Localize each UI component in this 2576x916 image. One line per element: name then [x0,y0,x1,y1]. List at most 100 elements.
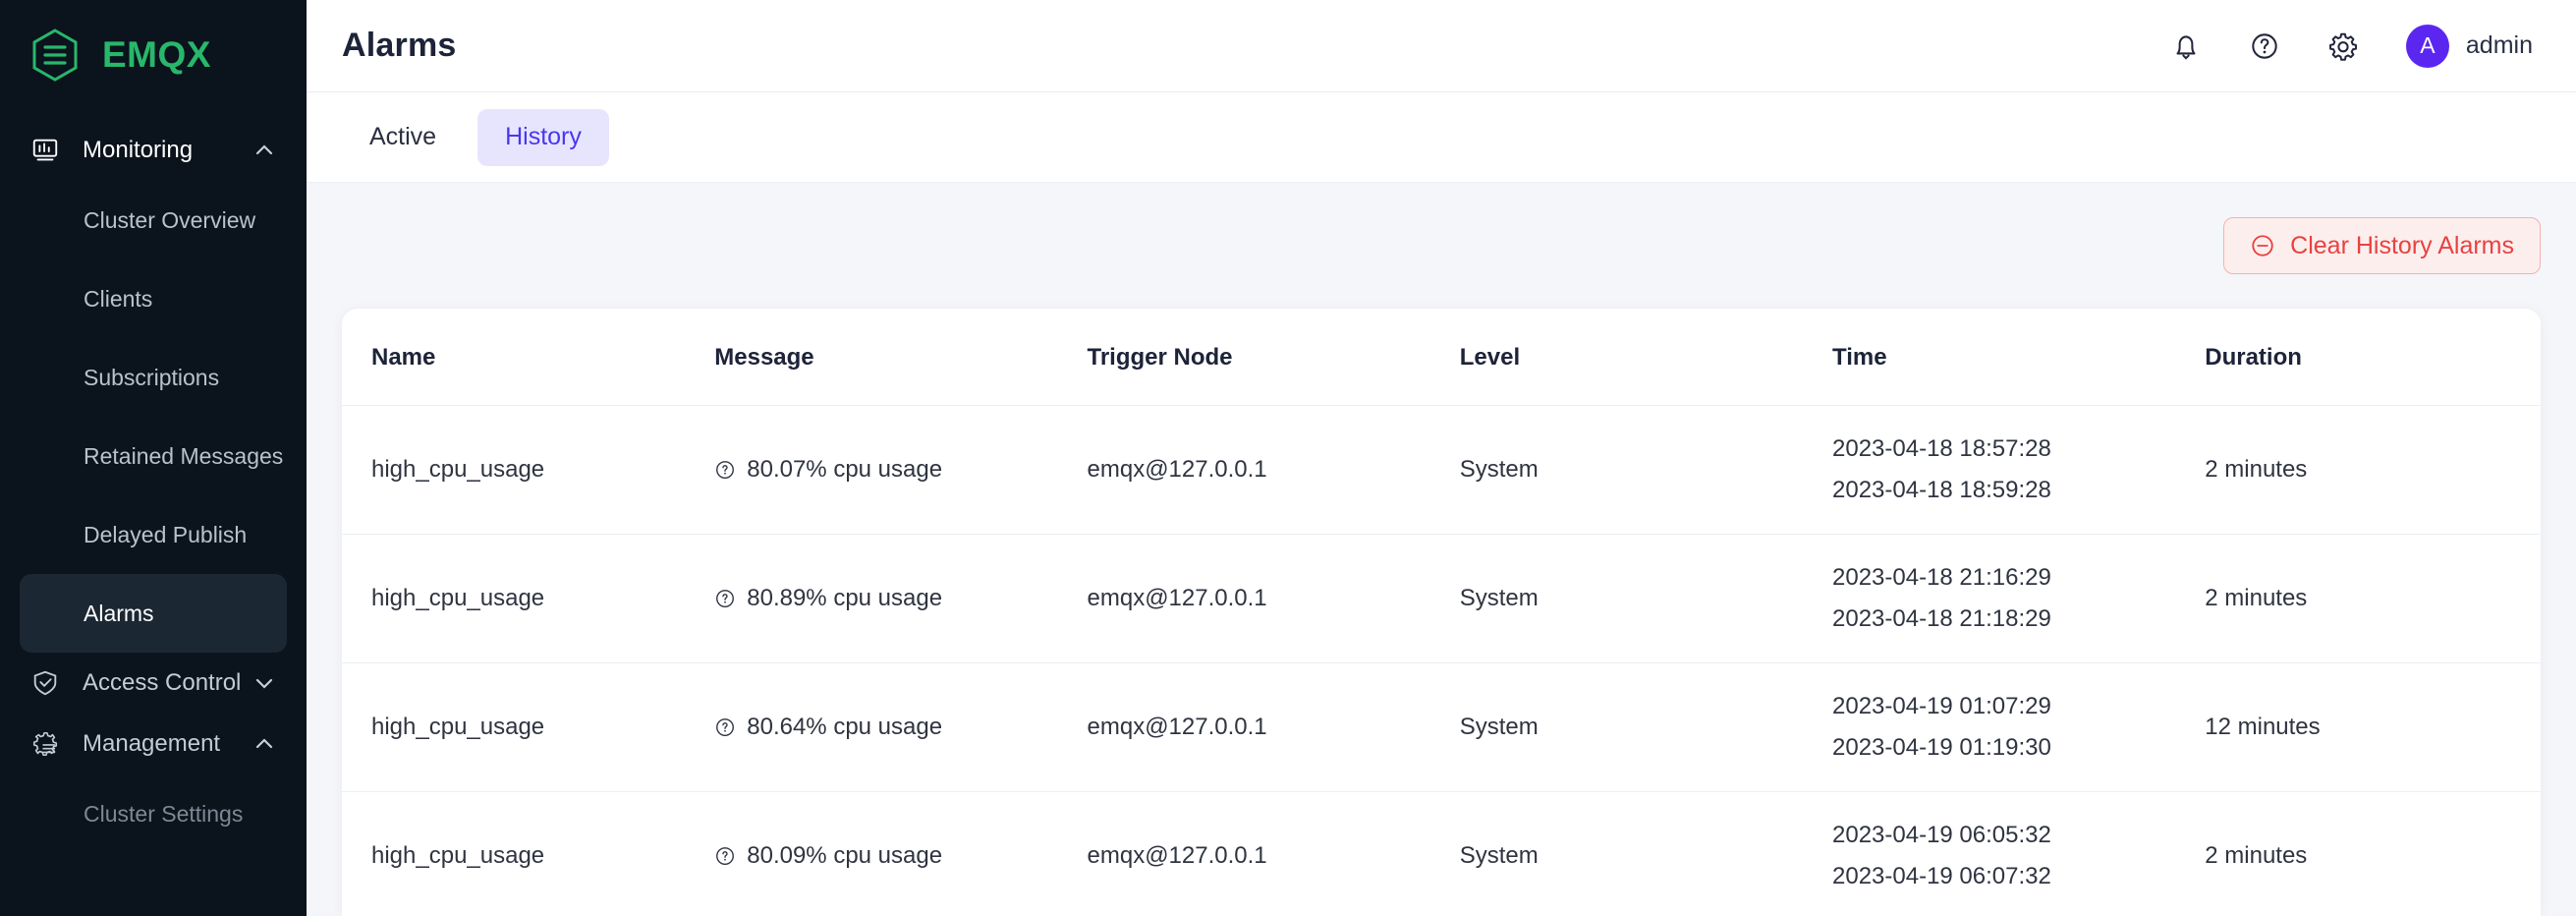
sidebar-group-label: Monitoring [83,137,194,163]
bell-icon[interactable] [2166,27,2206,66]
chevron-up-icon[interactable] [252,138,277,163]
cell-duration: 2 minutes [2205,534,2541,663]
cell-message-text: 80.09% cpu usage [747,842,943,869]
cell-time: 2023-04-19 01:07:29 2023-04-19 01:19:30 [1832,662,2206,792]
page-title: Alarms [342,27,457,64]
cell-time-start: 2023-04-18 18:57:28 [1832,435,2051,462]
sidebar-group-monitoring[interactable]: Monitoring [0,120,307,181]
column-header-time[interactable]: Time [1832,309,2206,406]
column-header-name[interactable]: Name [342,309,715,406]
table-row[interactable]: high_cpu_usage [342,534,2541,663]
cell-trigger-node: emqx@127.0.0.1 [1087,662,1460,792]
cell-time-end: 2023-04-19 06:07:32 [1832,863,2051,889]
sidebar-submenu-monitoring: Cluster Overview Clients Subscriptions R… [0,181,307,653]
tab-label: History [505,123,582,150]
sidebar-item-label: Cluster Settings [84,800,244,827]
help-circle-icon [714,716,736,738]
cell-name: high_cpu_usage [342,662,715,792]
sidebar-item-label: Clients [84,285,153,312]
cell-duration: 2 minutes [2205,405,2541,535]
app-window: EMQX Monitoring Cluster Overview Clients… [0,0,2576,916]
sidebar-group-management[interactable]: Management [0,714,307,774]
column-header-level[interactable]: Level [1459,309,1832,406]
sidebar-item-delayed-publish[interactable]: Delayed Publish [20,495,287,574]
cell-message-text: 80.64% cpu usage [747,714,943,740]
chevron-down-icon[interactable] [252,670,277,696]
cell-time-start: 2023-04-18 21:16:29 [1832,564,2051,591]
sidebar-item-label: Retained Messages [84,442,284,469]
clear-history-alarms-button[interactable]: Clear History Alarms [2223,217,2541,274]
cell-message-text: 80.07% cpu usage [747,456,943,483]
column-header-message[interactable]: Message [714,309,1088,406]
cell-duration: 12 minutes [2205,662,2541,792]
sidebar-item-clients[interactable]: Clients [20,259,287,338]
sidebar-item-alarms[interactable]: Alarms [20,574,287,653]
user-menu[interactable]: A admin [2405,24,2533,68]
cell-time-start: 2023-04-19 01:07:29 [1832,693,2051,719]
cell-duration: 2 minutes [2205,842,2308,869]
tab-label: Active [369,123,437,150]
table-row[interactable]: high_cpu_usage [342,662,2541,792]
cell-time: 2023-04-18 21:16:29 2023-04-18 21:18:29 [1832,534,2206,663]
sidebar-nav: Monitoring Cluster Overview Clients Subs… [0,120,307,853]
monitor-chart-icon [29,135,61,166]
tab-history[interactable]: History [477,108,609,166]
clear-history-alarms-label: Clear History Alarms [2290,231,2514,259]
sidebar-item-label: Cluster Overview [84,206,256,233]
cell-level: System [1459,405,1832,535]
sidebar-item-label: Delayed Publish [84,521,248,547]
sidebar-group-label: Management [83,730,221,757]
content-area: Clear History Alarms Name Message Trigge… [307,183,2576,916]
sidebar-submenu-management: Cluster Settings [0,774,307,853]
cell-message: 80.64% cpu usage [714,662,1088,792]
cell-time-end: 2023-04-18 21:18:29 [1832,605,2051,632]
chevron-up-icon[interactable] [252,731,277,757]
sidebar-group-label: Access Control [83,669,242,696]
cell-trigger-node: emqx@127.0.0.1 [1087,842,1267,869]
brand-name: EMQX [102,34,211,75]
sidebar-item-label: Alarms [84,600,154,626]
sidebar-item-retained-messages[interactable]: Retained Messages [20,417,287,495]
sidebar-item-cluster-overview[interactable]: Cluster Overview [20,181,287,259]
alarms-table: Name Message Trigger Node Level Time Dur… [342,309,2541,916]
sidebar-item-subscriptions[interactable]: Subscriptions [20,338,287,417]
cell-trigger-node: emqx@127.0.0.1 [1087,405,1460,535]
help-circle-icon [714,845,736,867]
top-header: Alarms A admin [307,0,2576,92]
table-toolbar: Clear History Alarms [342,183,2541,309]
sidebar-item-cluster-settings[interactable]: Cluster Settings [20,774,287,853]
cell-name: high_cpu_usage [342,534,715,663]
cell-level: System [1459,662,1832,792]
cell-time-end: 2023-04-18 18:59:28 [1832,477,2051,503]
help-circle-icon [714,459,736,481]
brand[interactable]: EMQX [0,6,307,83]
tab-bar: Active History [307,92,2576,183]
tab-active[interactable]: Active [342,109,464,166]
gear-list-icon [29,728,61,760]
cell-message: 80.07% cpu usage [714,405,1088,535]
cell-time: 2023-04-18 18:57:28 2023-04-18 18:59:28 [1832,405,2206,535]
alarms-table-card: Name Message Trigger Node Level Time Dur… [342,309,2541,916]
table-header-row: Name Message Trigger Node Level Time Dur… [342,309,2541,406]
main-area: Alarms A admin Active History Clear Hist… [307,0,2576,916]
table-head: Name Message Trigger Node Level Time Dur… [342,309,2541,406]
cell-trigger-node: emqx@127.0.0.1 [1087,534,1460,663]
column-header-trigger-node[interactable]: Trigger Node [1087,309,1460,406]
sidebar-group-access-control[interactable]: Access Control [0,653,307,714]
user-name: admin [2465,31,2533,59]
emqx-hexagon-logo [29,28,81,83]
table-row[interactable]: high_cpu_usage [342,405,2541,535]
shield-check-icon [29,667,61,699]
sidebar-item-label: Subscriptions [84,364,220,390]
help-circle-icon[interactable] [2245,27,2284,66]
table-body: high_cpu_usage 80.07% cpu usage emqx@127… [342,405,2541,916]
gear-icon[interactable] [2324,27,2363,66]
cell-message-text: 80.89% cpu usage [747,585,943,611]
cell-message: 80.89% cpu usage [714,534,1088,663]
cell-level: System [1459,842,1539,869]
avatar: A [2405,24,2449,68]
cell-message: 80.09% cpu usage [714,792,1087,916]
table-row[interactable]: high_cpu_usage [342,792,2541,916]
column-header-duration[interactable]: Duration [2205,309,2541,406]
sidebar: EMQX Monitoring Cluster Overview Clients… [0,0,307,916]
